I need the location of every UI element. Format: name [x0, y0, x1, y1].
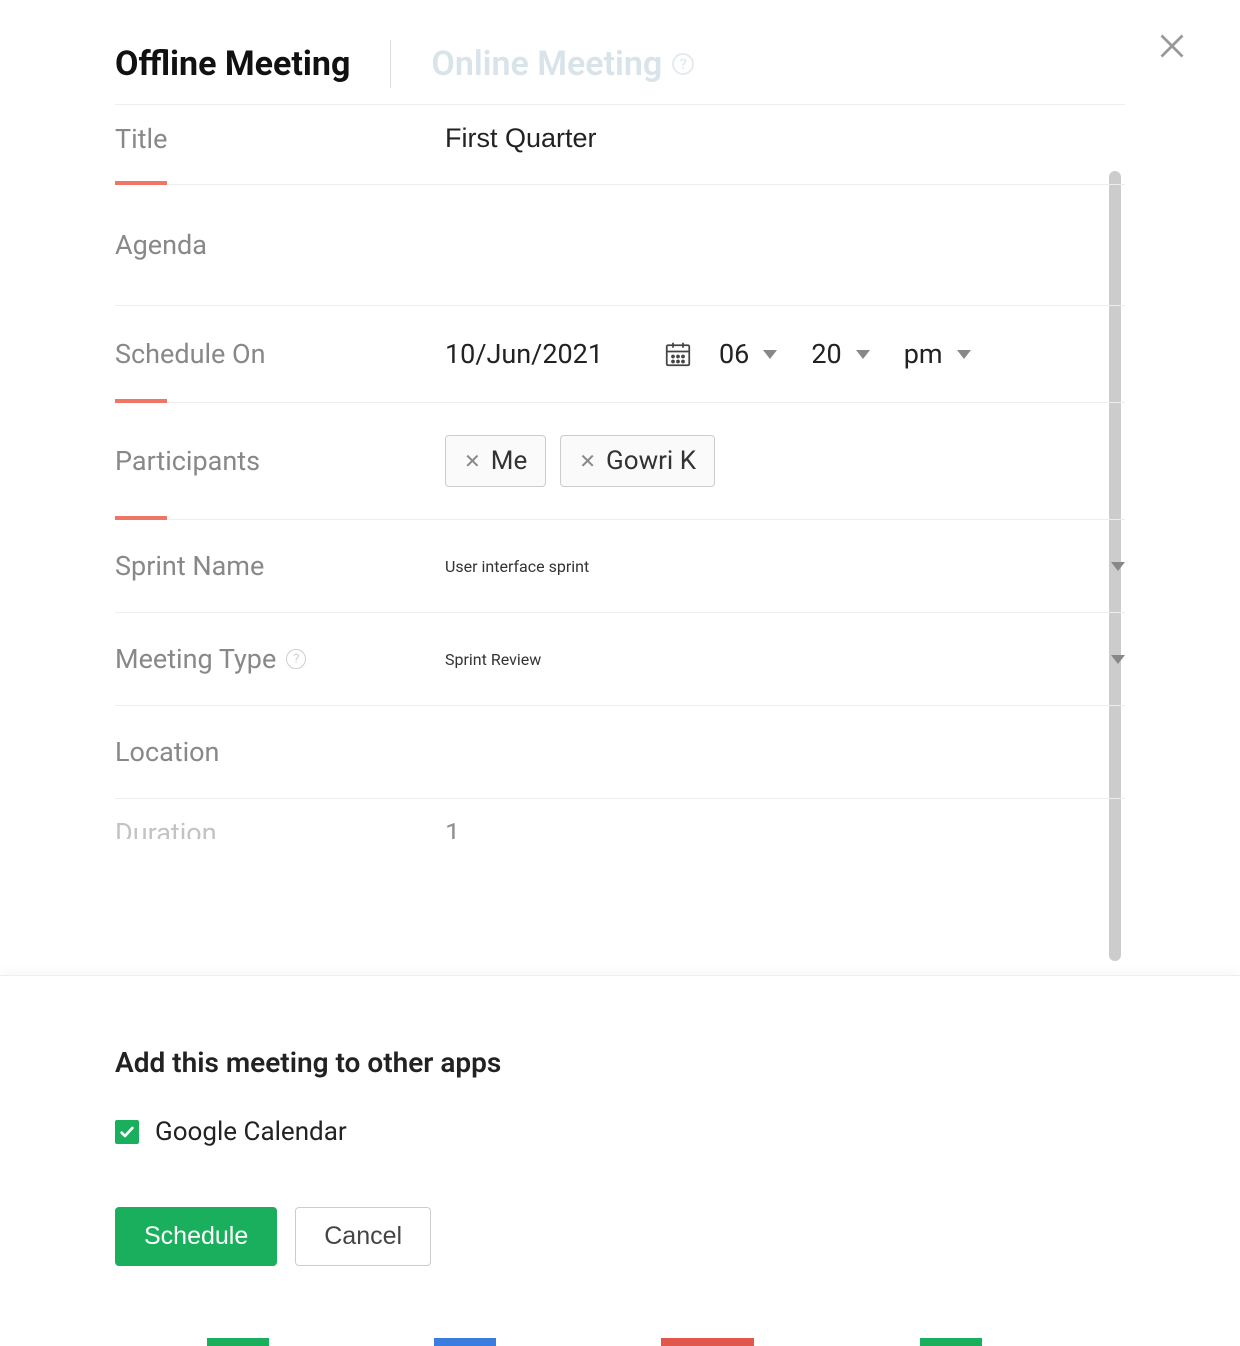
meeting-type-tabs: Offline Meeting Online Meeting ? [115, 40, 1125, 105]
sprint-label: Sprint Name [115, 550, 445, 582]
close-button[interactable] [1154, 28, 1190, 68]
title-label: Title [115, 123, 445, 155]
tab-offline-label: Offline Meeting [115, 44, 350, 84]
google-calendar-checkbox[interactable] [115, 1120, 139, 1144]
remove-participant-icon[interactable]: ✕ [579, 449, 596, 473]
tab-online-meeting[interactable]: Online Meeting ? [431, 44, 694, 84]
participants-label: Participants [115, 445, 445, 477]
field-location: Location [115, 706, 1125, 799]
help-icon[interactable]: ? [286, 649, 306, 669]
color-bar [0, 1338, 1240, 1346]
schedule-period-value: pm [904, 338, 943, 370]
location-label: Location [115, 736, 445, 768]
chevron-down-icon [856, 350, 870, 359]
schedule-hour-select[interactable]: 06 [711, 338, 785, 370]
chevron-down-icon [957, 350, 971, 359]
meetingtype-label: Meeting Type ? [115, 643, 445, 675]
participant-name: Me [491, 446, 528, 476]
title-input[interactable] [445, 123, 1125, 154]
duration-label: Duration [115, 817, 445, 839]
add-to-apps-title: Add this meeting to other apps [115, 1046, 1125, 1079]
schedule-date-input[interactable]: 10/Jun/2021 [445, 338, 645, 370]
tab-divider [390, 40, 391, 88]
remove-participant-icon[interactable]: ✕ [464, 449, 481, 473]
google-calendar-option: Google Calendar [115, 1117, 1125, 1147]
schedule-minute-select[interactable]: 20 [803, 338, 877, 370]
tab-offline-meeting[interactable]: Offline Meeting [115, 44, 350, 84]
field-sprint-name: Sprint Name User interface sprint [115, 520, 1125, 613]
chevron-down-icon [763, 350, 777, 359]
schedule-label: Schedule On [115, 338, 445, 370]
help-icon: ? [672, 53, 694, 75]
chevron-down-icon [1111, 562, 1125, 571]
agenda-label: Agenda [115, 229, 445, 261]
agenda-input[interactable] [445, 230, 1125, 261]
calendar-icon[interactable] [663, 339, 693, 369]
field-schedule-on: Schedule On 10/Jun/2021 06 20 [115, 306, 1125, 403]
duration-value: 1 [445, 817, 460, 839]
schedule-minute-value: 20 [811, 338, 841, 370]
field-meeting-type: Meeting Type ? Sprint Review [115, 613, 1125, 706]
location-input[interactable] [445, 737, 1125, 768]
participant-chip: ✕ Me [445, 435, 546, 487]
schedule-button[interactable]: Schedule [115, 1207, 277, 1266]
meetingtype-value: Sprint Review [445, 650, 541, 669]
chevron-down-icon [1111, 655, 1125, 664]
field-participants: Participants ✕ Me ✕ Gowri K [115, 403, 1125, 520]
schedule-hour-value: 06 [719, 338, 749, 370]
google-calendar-label: Google Calendar [155, 1117, 347, 1147]
footer-section: Add this meeting to other apps Google Ca… [0, 975, 1240, 1306]
field-agenda: Agenda [115, 185, 1125, 306]
sprint-value: User interface sprint [445, 557, 589, 576]
cancel-button[interactable]: Cancel [295, 1207, 431, 1266]
tab-online-label: Online Meeting [431, 44, 662, 84]
check-icon [119, 1124, 135, 1140]
field-title: Title [115, 105, 1125, 185]
field-duration: Duration 1 [115, 799, 1125, 839]
meetingtype-select[interactable]: Sprint Review [445, 650, 1125, 669]
schedule-period-select[interactable]: pm [896, 338, 979, 370]
close-icon [1154, 28, 1190, 64]
participants-value[interactable]: ✕ Me ✕ Gowri K [445, 435, 1125, 487]
participant-name: Gowri K [606, 446, 696, 476]
participant-chip: ✕ Gowri K [560, 435, 715, 487]
sprint-select[interactable]: User interface sprint [445, 557, 1125, 576]
